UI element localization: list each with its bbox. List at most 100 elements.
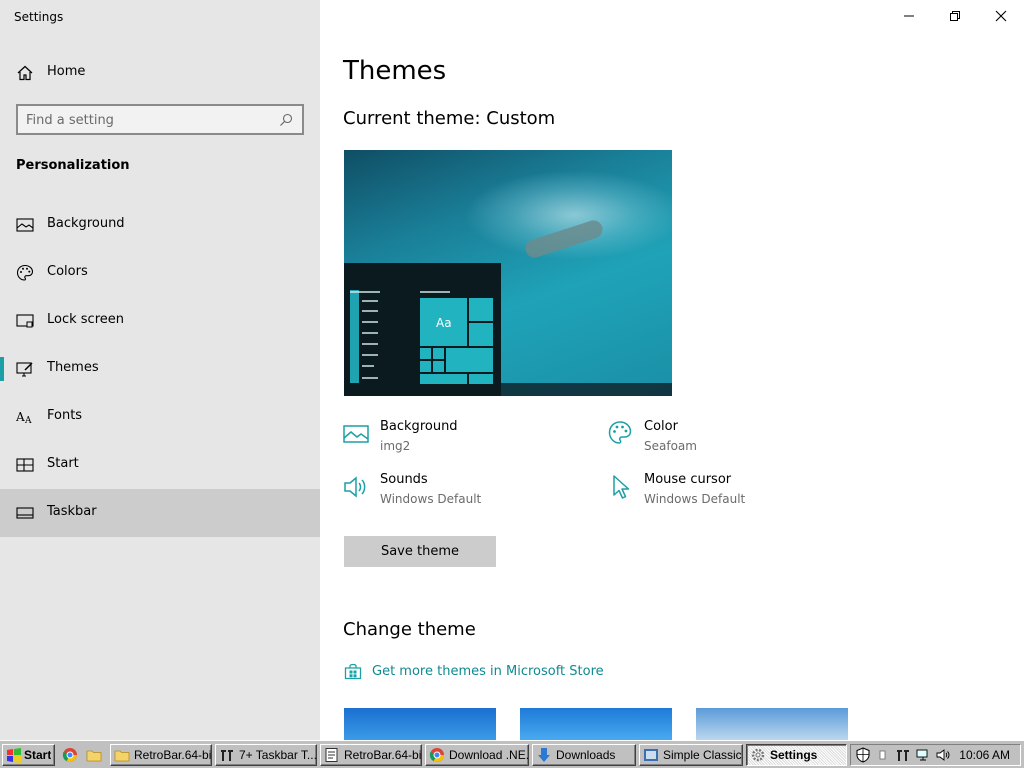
- taskbar-button-label: RetroBar.64-bit: [134, 748, 211, 762]
- app-icon: [221, 750, 233, 761]
- detail-label: Color: [644, 419, 678, 434]
- app-title: Settings: [14, 10, 64, 24]
- expand-tray-icon[interactable]: [875, 747, 891, 763]
- home-icon: [17, 65, 33, 81]
- store-icon[interactable]: [344, 662, 362, 680]
- taskbar-button-settings[interactable]: Settings: [746, 744, 847, 766]
- section-heading: Personalization: [16, 158, 130, 173]
- detail-value: Windows Default: [380, 492, 482, 506]
- palette-icon: [608, 421, 632, 444]
- detail-value: Windows Default: [644, 492, 746, 506]
- chrome-icon[interactable]: [62, 747, 78, 763]
- current-theme-label: Current theme: Custom: [343, 108, 556, 129]
- search-input[interactable]: [26, 111, 266, 129]
- start-label: Start: [24, 748, 52, 762]
- sidebar-item-start[interactable]: Start: [0, 441, 320, 489]
- change-theme-heading: Change theme: [343, 619, 476, 640]
- taskbar-button-notepad-retrobar[interactable]: RetroBar.64-bit: [320, 744, 422, 766]
- sidebar-item-home[interactable]: Home: [0, 49, 320, 97]
- detail-value: Seafoam: [644, 439, 697, 453]
- sidebar-item-label: Colors: [47, 264, 88, 279]
- taskbar-button-label: 7+ Taskbar T...: [239, 748, 316, 762]
- sidebar: Settings Home Personalization Background: [0, 0, 320, 740]
- speaker-icon: [344, 476, 366, 498]
- taskbar: Start RetroBar.64-bit 7+ Taskbar T... Re…: [0, 740, 1024, 768]
- close-button[interactable]: [978, 0, 1024, 32]
- detail-value: img2: [380, 439, 411, 453]
- start-icon: [16, 458, 34, 472]
- settings-window: Settings Home Personalization Background: [0, 0, 1024, 740]
- theme-preview: Aa: [344, 150, 672, 396]
- notepad-icon: [325, 748, 338, 762]
- folder-icon[interactable]: [86, 747, 102, 763]
- microsoft-store-link[interactable]: Get more themes in Microsoft Store: [372, 664, 604, 679]
- system-tray: 10:06 AM: [850, 744, 1021, 766]
- palette-icon: [16, 264, 34, 281]
- sidebar-item-taskbar[interactable]: Taskbar: [0, 489, 320, 537]
- sidebar-item-fonts[interactable]: A A Fonts: [0, 393, 320, 441]
- detail-label: Background: [380, 419, 458, 434]
- app-icon[interactable]: [895, 747, 911, 763]
- chrome-icon: [429, 748, 444, 762]
- taskbar-button-retrobar[interactable]: RetroBar.64-bit: [110, 744, 212, 766]
- sidebar-item-themes[interactable]: Themes: [0, 345, 320, 393]
- sidebar-item-label: Lock screen: [47, 312, 124, 327]
- lock-screen-icon: [16, 314, 34, 328]
- preview-tile-text: Aa: [436, 316, 452, 330]
- theme-thumbnail[interactable]: [520, 708, 672, 740]
- picture-icon: [16, 218, 34, 232]
- detail-label: Mouse cursor: [644, 472, 732, 487]
- clock[interactable]: 10:06 AM: [959, 748, 1010, 762]
- cursor-icon: [613, 475, 630, 499]
- folder-icon: [114, 750, 130, 762]
- shield-icon[interactable]: [855, 747, 871, 763]
- network-icon[interactable]: [915, 747, 931, 763]
- download-arrow-icon: [538, 748, 550, 762]
- taskbar-button-label: Downloads: [556, 748, 616, 762]
- page-title: Themes: [343, 56, 447, 86]
- search-box[interactable]: [16, 104, 304, 135]
- preview-start-menu: Aa: [344, 263, 501, 396]
- sidebar-item-label: Start: [47, 456, 79, 471]
- restore-button[interactable]: [932, 0, 978, 32]
- picture-icon: [343, 425, 369, 443]
- theme-thumbnail[interactable]: [344, 708, 496, 740]
- gear-icon: [751, 748, 765, 762]
- sidebar-item-label: Themes: [47, 360, 99, 375]
- start-button[interactable]: Start: [2, 744, 55, 766]
- taskbar-button-7-taskbar-tweaker[interactable]: 7+ Taskbar T...: [215, 744, 317, 766]
- close-icon: [995, 10, 1007, 22]
- selection-indicator: [0, 357, 4, 381]
- search-icon[interactable]: [278, 112, 294, 128]
- taskbar-button-simple-classic[interactable]: Simple Classic...: [639, 744, 743, 766]
- sidebar-item-lock-screen[interactable]: Lock screen: [0, 297, 320, 345]
- theme-thumbnail[interactable]: [696, 708, 848, 740]
- taskbar-button-downloads[interactable]: Downloads: [532, 744, 636, 766]
- taskbar-icon: [16, 507, 34, 519]
- preview-start-tiles: [350, 290, 493, 384]
- svg-text:A: A: [16, 410, 25, 424]
- restore-icon: [950, 11, 960, 21]
- sidebar-item-label: Fonts: [47, 408, 83, 423]
- taskbar-button-label: Download .NE...: [449, 748, 528, 762]
- app-icon: [644, 749, 658, 761]
- taskbar-button-label: Simple Classic...: [663, 748, 742, 762]
- minimize-icon: [904, 15, 914, 17]
- fonts-icon: A A: [16, 410, 32, 426]
- save-theme-button[interactable]: Save theme: [344, 536, 496, 567]
- themes-icon: [16, 362, 33, 377]
- preview-taskbar: [501, 383, 672, 396]
- windows-logo-icon: [7, 748, 21, 763]
- svg-text:A: A: [24, 416, 32, 426]
- sidebar-item-label: Home: [47, 64, 86, 79]
- sidebar-item-label: Background: [47, 216, 125, 231]
- volume-icon[interactable]: [935, 747, 951, 763]
- taskbar-button-label: RetroBar.64-bit: [344, 748, 421, 762]
- sidebar-item-label: Taskbar: [47, 504, 97, 519]
- taskbar-button-chrome-download[interactable]: Download .NE...: [425, 744, 529, 766]
- taskbar-button-label: Settings: [770, 748, 818, 762]
- detail-label: Sounds: [380, 472, 428, 487]
- sidebar-item-colors[interactable]: Colors: [0, 249, 320, 297]
- minimize-button[interactable]: [886, 0, 932, 32]
- sidebar-item-background[interactable]: Background: [0, 201, 320, 249]
